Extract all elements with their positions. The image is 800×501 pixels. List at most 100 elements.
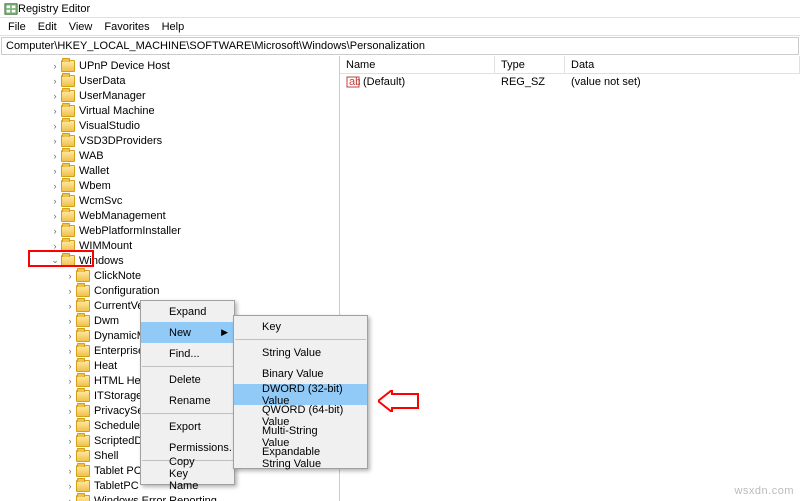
tree-item[interactable]: ›ClickNote — [0, 268, 339, 283]
context-menu[interactable]: Expand New▶ Find... Delete Rename Export… — [140, 300, 235, 485]
expand-chevron-icon[interactable]: › — [64, 496, 76, 501]
col-data[interactable]: Data — [565, 56, 800, 73]
ctx-copy-key-name[interactable]: Copy Key Name — [141, 463, 234, 484]
ctx-export[interactable]: Export — [141, 416, 234, 437]
tree-item[interactable]: › Virtual Machine — [0, 103, 339, 118]
menu-help[interactable]: Help — [156, 21, 191, 33]
ctx-new[interactable]: New▶ — [141, 322, 234, 343]
tree-label: Virtual Machine — [78, 105, 155, 117]
tree-item[interactable]: › Configuration — [0, 283, 339, 298]
folder-icon — [76, 435, 90, 447]
expand-chevron-icon[interactable]: › — [64, 391, 76, 401]
tree-label: UPnP Device Host — [78, 60, 170, 72]
folder-icon — [76, 420, 90, 432]
expand-chevron-icon[interactable]: › — [49, 196, 61, 206]
expand-chevron-icon[interactable]: › — [49, 91, 61, 101]
tree-label: WebPlatformInstaller — [78, 225, 181, 237]
ctx-new-multistring[interactable]: Multi-String Value — [234, 426, 367, 447]
expand-chevron-icon[interactable]: › — [64, 451, 76, 461]
ctx-new-dword[interactable]: DWORD (32-bit) Value — [234, 384, 367, 405]
tree-item[interactable]: ›UserData — [0, 73, 339, 88]
tree-label: WIMMount — [78, 240, 132, 252]
expand-chevron-icon[interactable]: › — [49, 76, 61, 86]
folder-icon — [61, 195, 75, 207]
ctx-new-expandstring[interactable]: Expandable String Value — [234, 447, 367, 468]
menu-bar: File Edit View Favorites Help — [0, 18, 800, 36]
expand-chevron-icon[interactable]: › — [64, 436, 76, 446]
tree-label: Configuration — [93, 285, 159, 297]
expand-chevron-icon[interactable]: › — [49, 61, 61, 71]
tree-item-windows[interactable]: ⌄Windows — [0, 253, 339, 268]
expand-chevron-icon[interactable]: › — [64, 271, 76, 281]
expand-chevron-icon[interactable]: › — [64, 361, 76, 371]
ctx-find[interactable]: Find... — [141, 343, 234, 364]
expand-chevron-icon[interactable]: › — [49, 211, 61, 221]
tree-item[interactable]: › UPnP Device Host — [0, 58, 339, 73]
tree-label: TabletPC — [93, 480, 139, 492]
expand-chevron-icon[interactable]: › — [64, 316, 76, 326]
annotation-arrow-icon — [378, 390, 420, 412]
tree-item[interactable]: › VisualStudio — [0, 118, 339, 133]
tree-item[interactable]: ›UserManager — [0, 88, 339, 103]
menu-favorites[interactable]: Favorites — [98, 21, 155, 33]
folder-icon — [76, 330, 90, 342]
folder-icon — [61, 60, 75, 72]
ctx-new-key[interactable]: Key — [234, 316, 367, 337]
expand-chevron-icon[interactable]: ⌄ — [49, 255, 61, 266]
ctx-new-binary[interactable]: Binary Value — [234, 363, 367, 384]
tree-item[interactable]: › WIMMount — [0, 238, 339, 253]
ctx-separator — [142, 413, 233, 414]
tree-item[interactable]: ›WcmSvc — [0, 193, 339, 208]
tree-item[interactable]: ›WebManagement — [0, 208, 339, 223]
address-path: Computer\HKEY_LOCAL_MACHINE\SOFTWARE\Mic… — [6, 40, 425, 52]
expand-chevron-icon[interactable]: › — [49, 151, 61, 161]
folder-icon — [76, 300, 90, 312]
address-bar[interactable]: Computer\HKEY_LOCAL_MACHINE\SOFTWARE\Mic… — [1, 37, 799, 55]
tree-item[interactable]: ›VSD3DProviders — [0, 133, 339, 148]
tree-item[interactable]: ›Wbem — [0, 178, 339, 193]
col-name[interactable]: Name — [340, 56, 495, 73]
expand-chevron-icon[interactable]: › — [49, 181, 61, 191]
ctx-expand[interactable]: Expand — [141, 301, 234, 322]
folder-icon — [76, 315, 90, 327]
expand-chevron-icon[interactable]: › — [49, 136, 61, 146]
expand-chevron-icon[interactable]: › — [49, 226, 61, 236]
menu-edit[interactable]: Edit — [32, 21, 63, 33]
expand-chevron-icon[interactable]: › — [49, 106, 61, 116]
expand-chevron-icon[interactable]: › — [64, 421, 76, 431]
tree-label: VisualStudio — [78, 120, 140, 132]
tree-item[interactable]: › Wallet — [0, 163, 339, 178]
expand-chevron-icon[interactable]: › — [64, 331, 76, 341]
folder-icon — [76, 375, 90, 387]
expand-chevron-icon[interactable]: › — [64, 346, 76, 356]
value-row[interactable]: ab (Default) REG_SZ (value not set) — [340, 74, 800, 90]
ctx-separator — [235, 339, 366, 340]
app-icon — [4, 2, 18, 16]
expand-chevron-icon[interactable]: › — [64, 406, 76, 416]
ctx-rename[interactable]: Rename — [141, 390, 234, 411]
value-list[interactable]: Name Type Data ab (Default) REG_SZ (valu… — [340, 56, 800, 501]
expand-chevron-icon[interactable]: › — [49, 121, 61, 131]
tree-item[interactable]: › WebPlatformInstaller — [0, 223, 339, 238]
expand-chevron-icon[interactable]: › — [64, 376, 76, 386]
expand-chevron-icon[interactable]: › — [64, 481, 76, 491]
context-submenu-new[interactable]: Key String Value Binary Value DWORD (32-… — [233, 315, 368, 469]
expand-chevron-icon[interactable]: › — [64, 466, 76, 476]
menu-view[interactable]: View — [63, 21, 99, 33]
ctx-delete[interactable]: Delete — [141, 369, 234, 390]
col-type[interactable]: Type — [495, 56, 565, 73]
folder-icon — [76, 450, 90, 462]
expand-chevron-icon[interactable]: › — [64, 286, 76, 296]
ctx-new-string[interactable]: String Value — [234, 342, 367, 363]
tree-item[interactable]: ›WAB — [0, 148, 339, 163]
expand-chevron-icon[interactable]: › — [64, 301, 76, 311]
expand-chevron-icon[interactable]: › — [49, 166, 61, 176]
ctx-new-qword[interactable]: QWORD (64-bit) Value — [234, 405, 367, 426]
expand-chevron-icon[interactable]: › — [49, 241, 61, 251]
folder-icon — [61, 180, 75, 192]
tree-label: Wallet — [78, 165, 109, 177]
tree-label: Tablet PC — [93, 465, 142, 477]
menu-file[interactable]: File — [2, 21, 32, 33]
svg-text:ab: ab — [349, 76, 360, 88]
tree-item[interactable]: ›Windows Error Reporting — [0, 493, 339, 501]
